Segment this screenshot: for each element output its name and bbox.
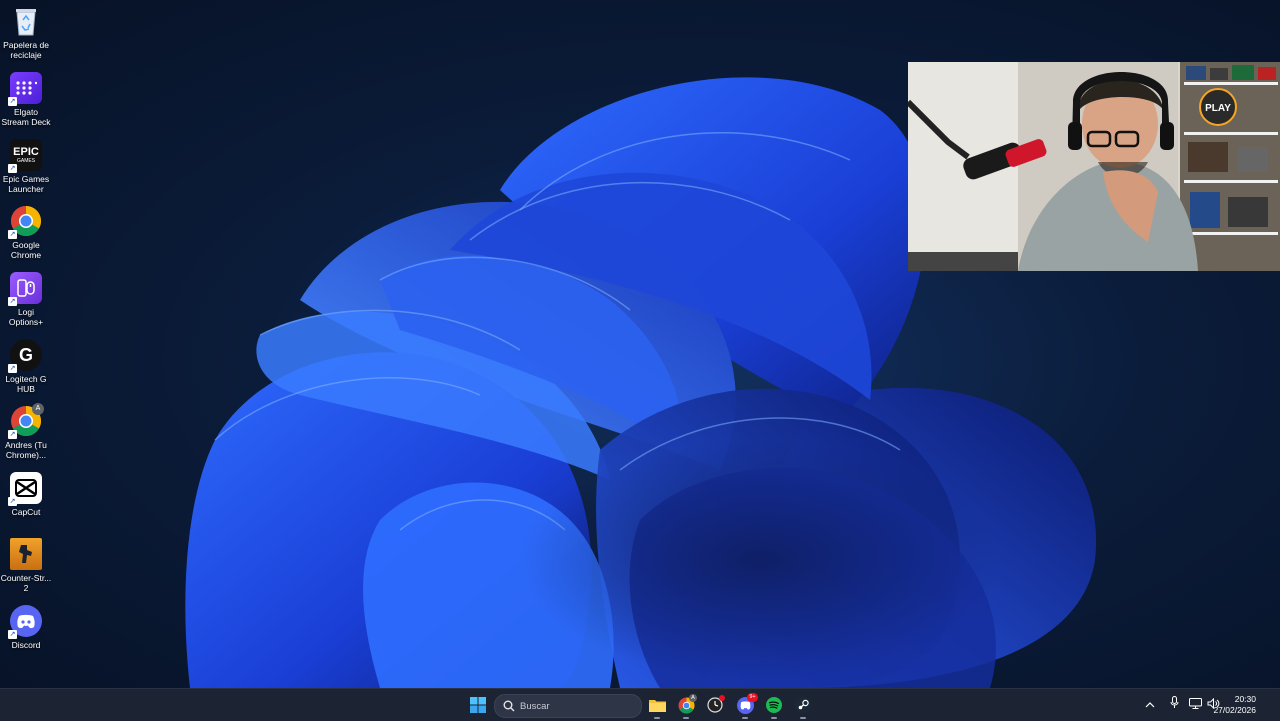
desktop-icon-logi-options[interactable]: ↗ Logi Options+ <box>0 272 52 334</box>
counter-strike-icon <box>10 538 42 570</box>
file-explorer-icon <box>648 700 666 712</box>
start-button[interactable] <box>466 689 490 721</box>
shortcut-arrow-icon: ↗ <box>8 497 17 506</box>
desktop-icon-label: Logitech G <box>5 374 47 384</box>
search-icon <box>503 700 515 712</box>
clock-time: 20:30 <box>1234 694 1256 704</box>
desktop-icon-discord[interactable]: ↗ Discord <box>0 605 52 667</box>
desktop-icon-label: Counter-Str... <box>0 573 52 583</box>
chrome-profile-icon: A ↗ <box>8 403 44 439</box>
shortcut-arrow-icon: ↗ <box>8 97 17 106</box>
shortcut-arrow-icon: ↗ <box>8 297 17 306</box>
taskbar-chrome[interactable]: A <box>675 689 697 721</box>
stream-deck-icon: ↗ <box>8 72 42 106</box>
shortcut-arrow-icon: ↗ <box>8 230 17 239</box>
recycle-bin-icon <box>10 5 42 37</box>
desktop-icon-capcut[interactable]: ↗ CapCut <box>0 472 52 534</box>
microphone-tray[interactable] <box>1164 696 1184 714</box>
g-hub-logo-text: G <box>18 344 33 365</box>
capcut-icon: ↗ <box>8 472 42 506</box>
desktop-icon-label: 2 <box>23 583 29 593</box>
shortcut-arrow-icon: ↗ <box>8 430 17 439</box>
running-indicator <box>771 717 777 719</box>
taskbar-spotify[interactable] <box>763 689 785 721</box>
desktop-icon-logitech-g-hub[interactable]: G ↗ Logitech G HUB <box>0 339 52 401</box>
desktop-icon-label: Options+ <box>8 317 44 327</box>
desktop-icon-label: Stream Deck <box>1 117 51 127</box>
spotify-icon <box>766 697 782 713</box>
network-tray[interactable] <box>1186 696 1204 714</box>
taskbar: Buscar A 9+ 20:30 27/02/2026 <box>0 688 1280 721</box>
notification-dot <box>719 695 725 701</box>
taskbar-file-explorer[interactable] <box>646 689 668 721</box>
webcam-play-sign: PLAY <box>1205 103 1231 114</box>
webcam-overlay: PLAY <box>908 62 1280 271</box>
chevron-up-icon <box>1145 702 1155 708</box>
desktop-icon-label: Chrome <box>10 250 42 260</box>
desktop-icon-label: Logi <box>17 307 35 317</box>
desktop-icon-chrome-profile[interactable]: A ↗ Andres (Tu Chrome)... <box>0 403 52 467</box>
network-icon <box>1188 698 1202 709</box>
desktop-icon-label: Papelera de <box>3 40 49 50</box>
discord-notification-badge: 9+ <box>747 693 758 702</box>
microphone-icon <box>1170 696 1178 708</box>
taskbar-steam[interactable] <box>792 689 814 721</box>
system-tray <box>1142 689 1222 721</box>
running-indicator <box>742 717 748 719</box>
chrome-icon: ↗ <box>8 205 42 239</box>
search-placeholder: Buscar <box>520 700 550 712</box>
desktop-icon-stream-deck[interactable]: ↗ Elgato Stream Deck <box>0 72 52 134</box>
desktop-icon-label: HUB <box>17 384 35 394</box>
taskbar-clock-app[interactable] <box>704 689 726 721</box>
desktop-icon-label: Chrome)... <box>5 450 47 460</box>
windows-start-icon <box>470 697 486 713</box>
desktop-icon-label: Launcher <box>8 184 44 194</box>
epic-logo-text: EPIC <box>13 145 39 158</box>
chrome-profile-badge: A <box>689 694 697 702</box>
desktop-icon-label: Elgato <box>13 107 39 117</box>
desktop-icon-label: CapCut <box>11 507 41 517</box>
desktop-icon-epic-games[interactable]: EPIC GAMES ↗ Epic Games Launcher <box>0 139 52 201</box>
shortcut-arrow-icon: ↗ <box>8 164 17 173</box>
taskbar-search[interactable]: Buscar <box>494 694 642 718</box>
shortcut-arrow-icon: ↗ <box>8 630 17 639</box>
desktop-icon-google-chrome[interactable]: ↗ Google Chrome <box>0 205 52 267</box>
desktop-icon-label: Discord <box>11 640 41 650</box>
taskbar-discord[interactable]: 9+ <box>734 689 758 721</box>
steam-icon <box>795 697 811 713</box>
desktop-icon-counter-strike[interactable]: Counter-Str... 2 <box>0 538 52 600</box>
clock-date: 27/02/2026 <box>1213 705 1256 715</box>
running-indicator <box>654 717 660 719</box>
desktop-icon-label: Epic Games <box>2 174 50 184</box>
shortcut-arrow-icon: ↗ <box>8 364 17 373</box>
logitech-g-hub-icon: G ↗ <box>8 339 42 373</box>
webcam-feed-image: PLAY <box>908 62 1280 271</box>
running-indicator <box>800 717 806 719</box>
desktop-icon-label: reciclaje <box>10 50 42 60</box>
desktop-icon-recycle-bin[interactable]: Papelera de reciclaje <box>0 5 52 67</box>
epic-games-icon: EPIC GAMES ↗ <box>8 139 42 173</box>
desktop-icon-label: Andres (Tu <box>5 440 47 450</box>
profile-badge: A <box>32 403 44 415</box>
desktop-icon-label: Google <box>12 240 40 250</box>
show-hidden-icons-button[interactable] <box>1142 696 1158 714</box>
taskbar-clock[interactable]: 20:30 27/02/2026 <box>1213 694 1256 716</box>
logi-options-icon: ↗ <box>8 272 42 306</box>
running-indicator <box>683 717 689 719</box>
discord-icon: ↗ <box>8 605 42 639</box>
epic-logo-subtext: GAMES <box>16 157 36 164</box>
